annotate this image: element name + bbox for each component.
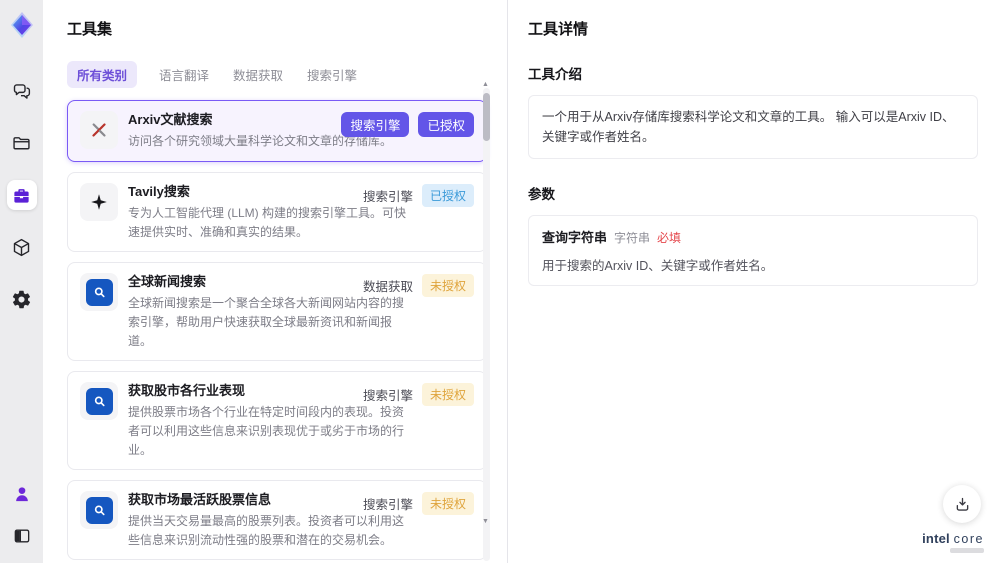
search-app-icon bbox=[85, 278, 113, 306]
param-required-flag: 必填 bbox=[657, 231, 682, 245]
tab-data-fetch[interactable]: 数据获取 bbox=[231, 61, 285, 88]
search-app-icon bbox=[85, 496, 113, 524]
download-button[interactable] bbox=[943, 485, 981, 523]
category-tabs: 所有类别 语言翻译 数据获取 搜索引擎 bbox=[67, 61, 507, 88]
rail-nav bbox=[6, 76, 37, 314]
user-icon bbox=[15, 487, 28, 502]
sidebar-collapse-button[interactable] bbox=[7, 521, 37, 551]
param-description: 用于搜索的Arxiv ID、关键字或作者姓名。 bbox=[542, 259, 774, 273]
category-badge: 搜索引擎 bbox=[341, 112, 410, 137]
brand-sub-badge bbox=[950, 548, 984, 553]
tool-icon-tile bbox=[80, 491, 118, 530]
gem-logo-icon bbox=[10, 12, 33, 38]
tool-detail-panel: 工具详情 工具介绍 一个用于从Arxiv存储库搜索科学论文和文章的工具。 输入可… bbox=[507, 0, 1000, 563]
page-title: 工具集 bbox=[67, 21, 113, 38]
rail-bottom bbox=[7, 479, 37, 551]
tool-badges: 搜索引擎 未授权 bbox=[362, 383, 474, 407]
tool-card-sector-performance[interactable]: 获取股市各行业表现 提供股票市场各个行业在特定时间段内的表现。投资者可以利用这些… bbox=[67, 371, 487, 471]
tool-list: Arxiv文献搜索 访问各个研究领域大量科学论文和文章的存储库。 搜索引擎 已授… bbox=[67, 100, 487, 563]
icon-rail bbox=[0, 0, 43, 563]
intro-box: 一个用于从Arxiv存储库搜索科学论文和文章的工具。 输入可以是Arxiv ID… bbox=[528, 95, 978, 159]
list-scrollbar[interactable]: ▲ ▼ bbox=[482, 81, 490, 561]
param-type: 字符串 bbox=[614, 231, 651, 245]
tool-card-tavily[interactable]: Tavily搜索 专为人工智能代理 (LLM) 构建的搜索引擎工具。可快速提供实… bbox=[67, 171, 487, 253]
intro-section-title: 工具介绍 bbox=[528, 67, 582, 82]
tool-badges: 搜索引擎 已授权 bbox=[341, 112, 474, 137]
tool-icon-tile bbox=[80, 111, 118, 149]
category-label: 搜索引擎 bbox=[362, 189, 413, 204]
tool-icon-tile bbox=[80, 182, 118, 221]
tool-description: 提供当天交易量最高的股票列表。投资者可以利用这些信息来识别流动性强的股票和潜在的… bbox=[128, 514, 405, 547]
sidebar-item-tools[interactable] bbox=[6, 180, 37, 210]
tool-icon-tile bbox=[80, 273, 118, 312]
tool-card-most-active-stocks[interactable]: 获取市场最活跃股票信息 提供当天交易量最高的股票列表。投资者可以利用这些信息来识… bbox=[67, 480, 487, 561]
brand-intel: intel bbox=[922, 531, 950, 546]
intro-text: 一个用于从Arxiv存储库搜索科学论文和文章的工具。 输入可以是Arxiv ID… bbox=[542, 110, 955, 144]
tool-badges: 搜索引擎 未授权 bbox=[362, 492, 474, 516]
tool-description: 全球新闻搜索是一个聚合全球各大新闻网站内容的搜索引擎，帮助用户快速获取全球最新资… bbox=[128, 296, 405, 348]
sidebar-item-settings[interactable] bbox=[7, 284, 37, 314]
param-name: 查询字符串 bbox=[542, 230, 608, 245]
params-section-title: 参数 bbox=[528, 187, 555, 202]
scroll-down-icon[interactable]: ▼ bbox=[482, 518, 489, 525]
brand-core: core bbox=[953, 532, 984, 546]
tool-badges: 数据获取 未授权 bbox=[362, 274, 474, 298]
tool-description: 提供股票市场各个行业在特定时间段内的表现。投资者可以利用这些信息来识别表现优于或… bbox=[128, 405, 405, 457]
auth-status-badge: 未授权 bbox=[421, 274, 474, 298]
param-box: 查询字符串 字符串 必填 用于搜索的Arxiv ID、关键字或作者姓名。 bbox=[528, 215, 978, 286]
tool-card-global-news[interactable]: 全球新闻搜索 全球新闻搜索是一个聚合全球各大新闻网站内容的搜索引擎，帮助用户快速… bbox=[67, 262, 487, 362]
cube-icon bbox=[13, 238, 30, 256]
tab-search-engine[interactable]: 搜索引擎 bbox=[305, 61, 359, 88]
sidebar-item-account[interactable] bbox=[7, 479, 37, 509]
sidebar-item-files[interactable] bbox=[7, 128, 37, 158]
param-header: 查询字符串 字符串 必填 bbox=[542, 227, 964, 246]
tool-card-arxiv[interactable]: Arxiv文献搜索 访问各个研究领域大量科学论文和文章的存储库。 搜索引擎 已授… bbox=[67, 100, 487, 162]
tavily-star-icon bbox=[91, 193, 107, 210]
arxiv-icon bbox=[92, 123, 106, 137]
auth-status-badge: 已授权 bbox=[418, 112, 474, 137]
download-icon bbox=[956, 497, 968, 511]
scrollbar-track[interactable] bbox=[483, 88, 490, 561]
app-logo[interactable] bbox=[5, 8, 39, 42]
tools-panel: 工具集 所有类别 语言翻译 数据获取 搜索引擎 Arxiv文献搜索 访问各个研究… bbox=[43, 0, 507, 563]
auth-status-badge: 未授权 bbox=[421, 383, 474, 407]
chat-icon bbox=[13, 83, 31, 99]
scrollbar-thumb[interactable] bbox=[483, 93, 490, 141]
detail-title: 工具详情 bbox=[528, 21, 589, 38]
sidebar-item-chat[interactable] bbox=[7, 76, 37, 106]
panel-toggle-icon bbox=[14, 529, 29, 543]
briefcase-icon bbox=[14, 188, 29, 203]
tab-all-categories[interactable]: 所有类别 bbox=[67, 61, 138, 88]
auth-status-badge: 已授权 bbox=[421, 183, 474, 207]
auth-status-badge: 未授权 bbox=[421, 492, 474, 516]
search-app-icon bbox=[85, 387, 113, 415]
sidebar-item-models[interactable] bbox=[7, 232, 37, 262]
brand-mark: intel core bbox=[922, 531, 984, 553]
gear-icon bbox=[12, 290, 31, 308]
tool-icon-tile bbox=[80, 382, 118, 421]
tool-badges: 搜索引擎 已授权 bbox=[362, 183, 474, 207]
category-label: 搜索引擎 bbox=[362, 389, 413, 404]
category-label: 搜索引擎 bbox=[362, 498, 413, 513]
tool-description: 专为人工智能代理 (LLM) 构建的搜索引擎工具。可快速提供实时、准确和真实的结… bbox=[128, 205, 407, 239]
folder-icon bbox=[13, 136, 30, 149]
category-label: 数据获取 bbox=[362, 280, 413, 295]
tab-translation[interactable]: 语言翻译 bbox=[157, 61, 211, 88]
brand-text: intel core bbox=[922, 531, 984, 546]
scroll-up-icon[interactable]: ▲ bbox=[482, 81, 489, 88]
